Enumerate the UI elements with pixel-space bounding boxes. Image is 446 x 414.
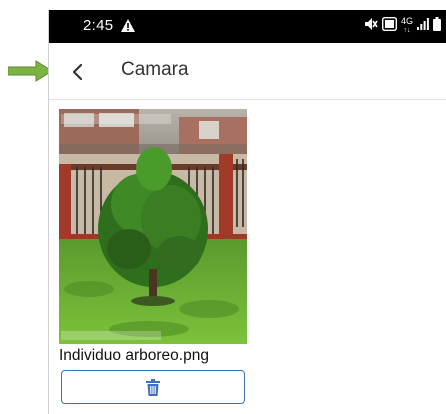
signal-icon	[417, 17, 429, 35]
status-icons: 4G ↑↓	[364, 16, 441, 36]
app-bar: Camara	[49, 43, 446, 100]
warning-icon	[121, 19, 135, 32]
chevron-left-icon	[72, 63, 83, 81]
network-label: 4G	[400, 16, 413, 26]
photo-image	[59, 109, 247, 344]
trash-icon	[146, 378, 160, 396]
page-title: Camara	[121, 59, 189, 80]
mute-icon	[364, 17, 378, 36]
phone-screen: 2:45 4G ↑↓ Camara Individuo arboreo.png	[48, 10, 446, 414]
delete-button[interactable]	[61, 370, 245, 404]
battery-icon	[433, 16, 441, 36]
network-4g-icon: 4G ↑↓	[400, 16, 413, 35]
attachment-file-name: Individuo arboreo.png	[59, 347, 209, 364]
data-saver-icon	[381, 16, 397, 36]
status-bar: 2:45 4G ↑↓	[49, 10, 446, 43]
photo-thumbnail[interactable]	[59, 109, 247, 344]
status-time: 2:45	[83, 17, 114, 34]
back-button[interactable]	[63, 57, 93, 87]
